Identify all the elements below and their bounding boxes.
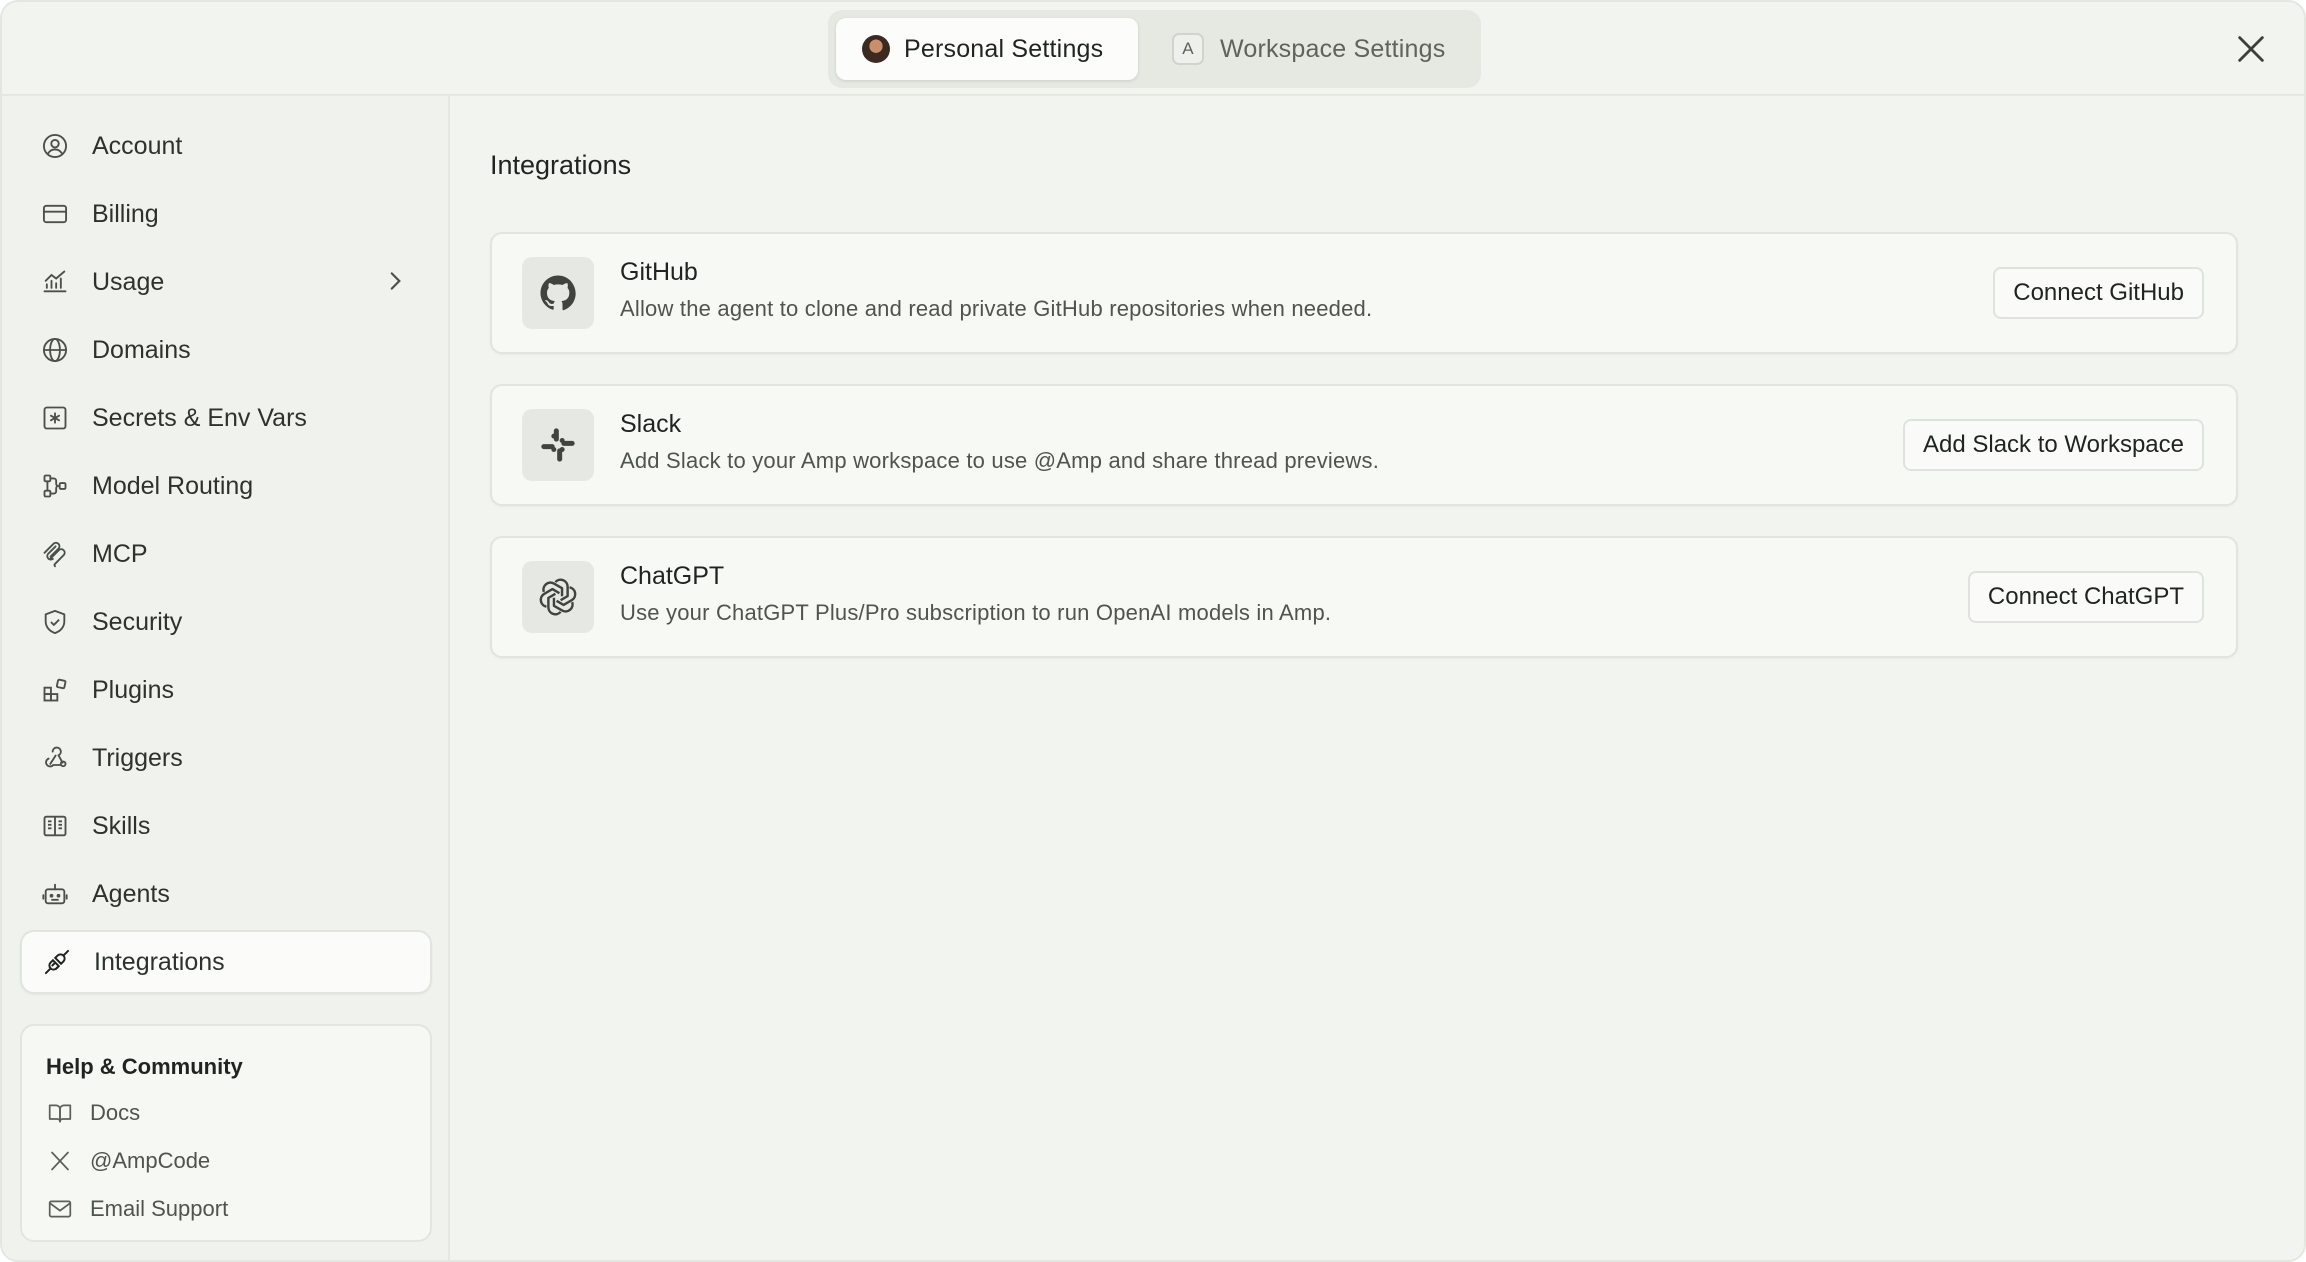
globe-icon (40, 335, 70, 365)
sidebar-item-domains[interactable]: Domains (20, 318, 432, 382)
integration-card-chatgpt: ChatGPT Use your ChatGPT Plus/Pro subscr… (490, 536, 2238, 658)
tab-label: Personal Settings (904, 34, 1104, 63)
connect-chatgpt-button[interactable]: Connect ChatGPT (1967, 571, 2204, 623)
github-icon (522, 257, 594, 329)
sidebar-item-label: Usage (92, 267, 165, 296)
integration-card-github: GitHub Allow the agent to clone and read… (490, 232, 2238, 354)
tab-workspace-settings[interactable]: A Workspace Settings (1144, 18, 1473, 80)
sidebar-item-agents[interactable]: Agents (20, 862, 432, 926)
settings-sidebar: Account Billing Usage Domains Secrets & … (2, 96, 450, 1260)
integration-description: Add Slack to your Amp workspace to use @… (620, 448, 1380, 473)
credit-card-icon (40, 199, 70, 229)
sidebar-item-label: Billing (92, 199, 159, 228)
integration-name: Slack (620, 410, 682, 438)
settings-window: Personal Settings A Workspace Settings A… (0, 0, 2306, 1262)
sidebar-item-label: Account (92, 131, 183, 160)
sidebar-item-label: Security (92, 607, 183, 636)
integration-card-slack: Slack Add Slack to your Amp workspace to… (490, 384, 2238, 506)
mail-icon (46, 1195, 74, 1223)
sidebar-item-plugins[interactable]: Plugins (20, 658, 432, 722)
shield-icon (40, 607, 70, 637)
slack-icon (522, 409, 594, 481)
page-title: Integrations (490, 150, 632, 180)
sidebar-item-model-routing[interactable]: Model Routing (20, 454, 432, 518)
integration-name: GitHub (620, 258, 698, 286)
webhook-icon (40, 743, 70, 773)
sidebar-item-label: Domains (92, 335, 191, 364)
sidebar-item-security[interactable]: Security (20, 590, 432, 654)
help-link-x[interactable]: @AmpCode (46, 1144, 210, 1178)
sidebar-item-label: Model Routing (92, 471, 254, 500)
sidebar-item-triggers[interactable]: Triggers (20, 726, 432, 790)
connect-github-button[interactable]: Connect GitHub (1993, 267, 2204, 319)
routing-icon (40, 471, 70, 501)
plug-icon (42, 947, 72, 977)
help-link-docs[interactable]: Docs (46, 1096, 140, 1130)
workspace-badge: A (1172, 33, 1204, 65)
help-title: Help & Community (46, 1054, 243, 1079)
sidebar-item-label: Skills (92, 811, 151, 840)
close-icon (2238, 36, 2264, 62)
sidebar-item-label: MCP (92, 539, 148, 568)
sidebar-item-mcp[interactable]: MCP (20, 522, 432, 586)
sidebar-item-account[interactable]: Account (20, 114, 432, 178)
help-link-label: Docs (90, 1100, 141, 1125)
chevron-right-icon (390, 272, 401, 290)
help-link-email[interactable]: Email Support (46, 1192, 228, 1226)
chart-icon (40, 267, 70, 297)
tab-personal-settings[interactable]: Personal Settings (836, 18, 1138, 80)
avatar (862, 35, 890, 63)
mcp-icon (40, 539, 70, 569)
settings-content: Integrations GitHub Allow the agent to c… (452, 96, 2304, 1260)
book-icon (46, 1099, 74, 1127)
sidebar-item-label: Triggers (92, 743, 183, 772)
close-button[interactable] (2230, 28, 2272, 70)
sidebar-item-secrets[interactable]: Secrets & Env Vars (20, 386, 432, 450)
sidebar-item-billing[interactable]: Billing (20, 182, 432, 246)
openai-icon (522, 561, 594, 633)
sidebar-item-skills[interactable]: Skills (20, 794, 432, 858)
sidebar-item-label: Integrations (94, 947, 225, 976)
integration-description: Use your ChatGPT Plus/Pro subscription t… (620, 600, 1332, 625)
x-logo-icon (46, 1147, 74, 1175)
help-link-label: @AmpCode (90, 1148, 211, 1173)
integration-name: ChatGPT (620, 562, 725, 590)
user-circle-icon (40, 131, 70, 161)
add-slack-button[interactable]: Add Slack to Workspace (1902, 419, 2204, 471)
tab-label: Workspace Settings (1220, 34, 1446, 63)
help-community-panel: Help & Community Docs @AmpCode Email Sup… (20, 1024, 432, 1242)
settings-header: Personal Settings A Workspace Settings (2, 2, 2304, 96)
sidebar-item-label: Secrets & Env Vars (92, 403, 307, 432)
puzzle-blocks-icon (40, 675, 70, 705)
robot-icon (40, 879, 70, 909)
sidebar-item-label: Plugins (92, 675, 174, 704)
integration-description: Allow the agent to clone and read privat… (620, 296, 1373, 321)
sidebar-item-label: Agents (92, 879, 170, 908)
sidebar-item-usage[interactable]: Usage (20, 250, 432, 314)
sidebar-item-integrations[interactable]: Integrations (20, 930, 432, 994)
book-open-icon (40, 811, 70, 841)
help-link-label: Email Support (90, 1196, 229, 1221)
settings-scope-switch: Personal Settings A Workspace Settings (828, 10, 1481, 88)
asterisk-square-icon (40, 403, 70, 433)
